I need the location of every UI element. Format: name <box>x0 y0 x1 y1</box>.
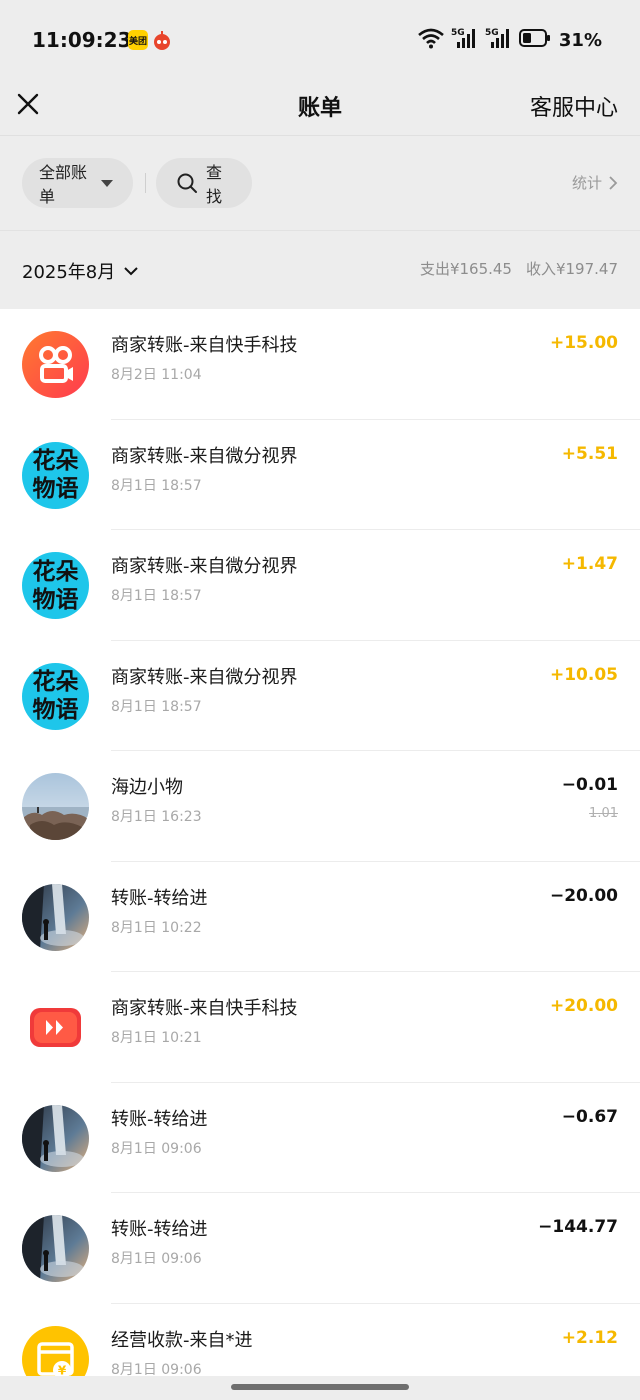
transaction-amount: −144.77 <box>538 1217 618 1237</box>
huaduo-avatar: 花朵 物语 <box>22 441 89 509</box>
transaction-title: 海边小物 <box>111 777 183 798</box>
filter-bar: 全部账单 查找 统计 <box>0 137 640 231</box>
transaction-amount: −0.01 <box>561 775 618 795</box>
waterfall-photo-avatar <box>22 1215 89 1282</box>
list-item[interactable]: 花朵 物语 商家转账-来自微分视界 8月1日 18:57 +5.51 <box>0 420 640 530</box>
transaction-title: 商家转账-来自微分视界 <box>111 445 298 467</box>
header: 账单 客服中心 <box>0 80 640 136</box>
month-income: 收入¥197.47 <box>525 260 618 278</box>
search-label: 查找 <box>206 163 223 206</box>
list-item[interactable]: 海边小物 8月1日 16:23 −0.01 1.01 <box>0 751 640 862</box>
search-button[interactable]: 查找 <box>156 158 252 208</box>
list-item[interactable]: 花朵 物语 商家转账-来自微分视界 8月1日 18:57 +10.05 <box>0 641 640 751</box>
transaction-title: 商家转账-来自快手科技 <box>111 998 298 1019</box>
transaction-title: 商家转账-来自微分视界 <box>111 556 298 577</box>
transaction-time: 8月1日 10:21 <box>111 1030 202 1046</box>
avatar-text-line: 花朵 <box>32 668 79 695</box>
transaction-time: 8月2日 11:04 <box>111 367 202 383</box>
svg-text:5G: 5G <box>451 28 465 38</box>
battery-percent: 31% <box>558 29 602 51</box>
transaction-amount: −0.67 <box>561 1106 618 1127</box>
chevron-right-icon <box>608 175 618 191</box>
month-label: 2025年8月 <box>22 262 116 283</box>
transaction-title: 转账-转给进 <box>111 1108 208 1130</box>
kuaishou-lite-icon <box>22 994 89 1061</box>
transaction-title: 商家转账-来自微分视界 <box>111 666 298 688</box>
transaction-amount: +5.51 <box>561 443 618 464</box>
list-item[interactable]: 商家转账-来自快手科技 8月1日 10:21 +20.00 <box>0 972 640 1083</box>
transaction-amount: +10.05 <box>549 664 618 685</box>
svg-text:美团: 美团 <box>129 35 147 47</box>
list-item[interactable]: 花朵 物语 商家转账-来自微分视界 8月1日 18:57 +1.47 <box>0 530 640 641</box>
list-item[interactable]: 转账-转给进 8月1日 10:22 −20.00 <box>0 862 640 972</box>
list-item[interactable]: 转账-转给进 8月1日 09:06 −144.77 <box>0 1193 640 1304</box>
transaction-time: 8月1日 09:06 <box>111 1251 202 1267</box>
transaction-time: 8月1日 09:06 <box>111 1140 202 1157</box>
wifi-icon <box>417 27 445 53</box>
avatar-text-line: 物语 <box>32 696 79 723</box>
meituan-icon: 美团 <box>128 30 148 50</box>
customer-service-link[interactable]: 客服中心 <box>530 90 618 122</box>
list-item[interactable]: 转账-转给进 8月1日 09:06 −0.67 <box>0 1083 640 1193</box>
list-item[interactable]: 商家转账-来自快手科技 8月2日 11:04 +15.00 <box>0 309 640 420</box>
kuaishou-icon <box>22 331 89 398</box>
svg-text:5G: 5G <box>485 28 499 38</box>
original-amount: 1.01 <box>589 806 618 821</box>
stats-label: 统计 <box>571 174 602 192</box>
huaduo-avatar: 花朵 物语 <box>22 552 89 619</box>
month-expense: 支出¥165.45 <box>419 260 512 278</box>
transaction-time: 8月1日 18:57 <box>111 477 202 494</box>
transaction-title: 转账-转给进 <box>111 1219 208 1240</box>
huaduo-avatar: 花朵 物语 <box>22 662 89 730</box>
chevron-down-icon <box>123 266 139 276</box>
home-indicator[interactable] <box>231 1384 409 1390</box>
transaction-time: 8月1日 10:22 <box>111 919 202 936</box>
svg-text:¥: ¥ <box>58 1363 67 1377</box>
transaction-amount: +1.47 <box>561 554 618 574</box>
search-icon <box>176 172 198 194</box>
divider <box>145 173 146 193</box>
battery-icon <box>518 28 551 52</box>
stats-link[interactable]: 统计 <box>572 172 618 193</box>
avatar-text-line: 物语 <box>32 475 79 502</box>
seaside-photo-avatar <box>22 773 89 840</box>
month-bar: 2025年8月 支出¥165.45 收入¥197.47 <box>0 232 640 308</box>
5g-signal-icon: 5G <box>451 26 479 54</box>
transaction-title: 经营收款-来自*进 <box>111 1329 253 1351</box>
transaction-amount: −20.00 <box>549 885 618 906</box>
month-summary: 支出¥165.45 收入¥197.47 <box>420 258 618 279</box>
waterfall-photo-avatar <box>22 1104 89 1172</box>
status-time: 11:09:23 <box>32 28 132 52</box>
avatar-text-line: 花朵 <box>32 447 79 474</box>
transaction-amount: +15.00 <box>549 333 618 353</box>
transaction-title: 商家转账-来自快手科技 <box>111 335 298 356</box>
month-selector[interactable]: 2025年8月 <box>22 258 139 284</box>
all-bills-label: 全部账单 <box>39 163 88 206</box>
avatar-text-line: 物语 <box>32 585 79 613</box>
status-indicators: 5G 5G 31% <box>417 27 602 53</box>
caret-down-icon <box>101 179 113 187</box>
transaction-time: 8月1日 16:23 <box>111 809 202 825</box>
notification-app-icon <box>152 30 172 50</box>
status-bar: 11:09:23 美团 5G 5G 31% <box>0 0 640 80</box>
avatar-text-line: 花朵 <box>32 557 79 585</box>
transaction-time: 8月1日 18:57 <box>111 698 202 715</box>
transaction-amount: +2.12 <box>561 1327 618 1348</box>
all-bills-dropdown[interactable]: 全部账单 <box>22 158 133 208</box>
transaction-title: 转账-转给进 <box>111 887 208 909</box>
5g-signal-icon: 5G <box>485 26 513 54</box>
transaction-list: 商家转账-来自快手科技 8月2日 11:04 +15.00 花朵 物语 商家转账… <box>0 309 640 1400</box>
transaction-time: 8月1日 18:57 <box>111 588 202 604</box>
waterfall-photo-avatar <box>22 883 89 951</box>
transaction-amount: +20.00 <box>549 996 618 1016</box>
